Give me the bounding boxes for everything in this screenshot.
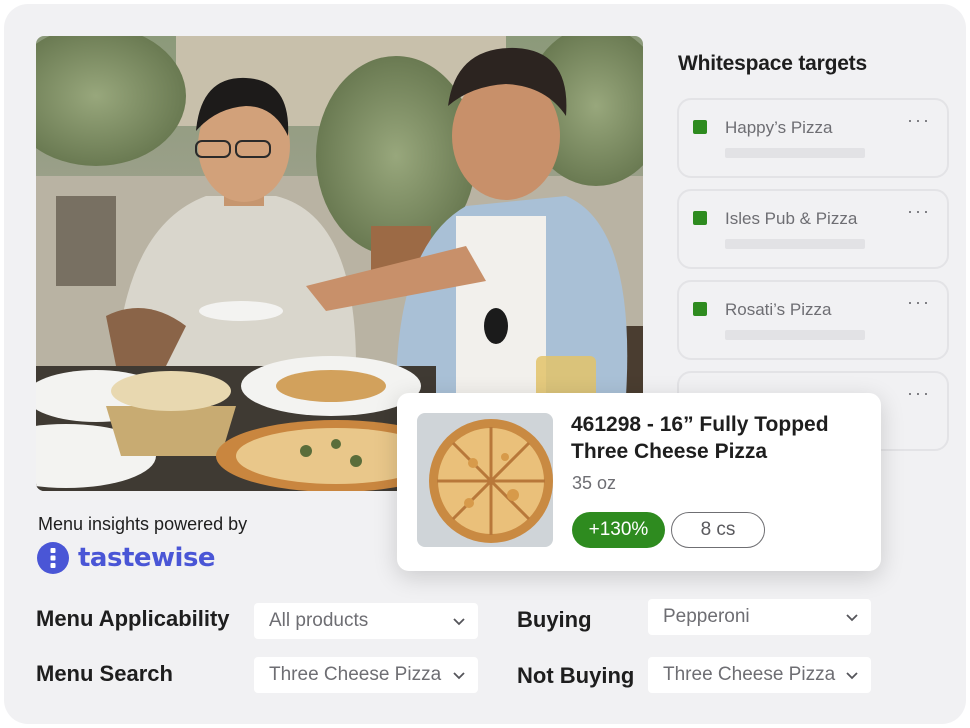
pizza-thumbnail bbox=[417, 413, 553, 547]
change-badge: +130% bbox=[572, 512, 665, 548]
powered-by-text: Menu insights powered by bbox=[38, 514, 248, 534]
brand-name: tastewise bbox=[78, 543, 216, 573]
not-buying-select[interactable]: Three Cheese Pizza bbox=[648, 657, 871, 693]
chevron-down-icon bbox=[846, 672, 858, 680]
select-value: Three Cheese Pizza bbox=[663, 664, 836, 685]
placeholder-bar bbox=[725, 148, 865, 158]
menu-search-select[interactable]: Three Cheese Pizza bbox=[254, 657, 478, 693]
whitespace-title: Whitespace targets bbox=[678, 52, 867, 75]
cases-badge: 8 cs bbox=[671, 512, 765, 548]
not-buying-label: Not Buying bbox=[517, 663, 635, 688]
select-value: Three Cheese Pizza bbox=[269, 664, 442, 685]
whitespace-target-card[interactable]: Happy’s Pizza ··· bbox=[677, 98, 949, 178]
green-square-icon bbox=[693, 211, 707, 225]
target-name: Rosati’s Pizza bbox=[725, 300, 832, 319]
whitespace-target-card[interactable]: Rosati’s Pizza ··· bbox=[677, 280, 949, 360]
brand-lockup[interactable]: tastewise bbox=[36, 540, 216, 576]
buying-select[interactable]: Pepperoni bbox=[648, 599, 871, 635]
menu-applicability-select[interactable]: All products bbox=[254, 603, 478, 639]
product-title: 461298 - 16” Fully Topped Three Cheese P… bbox=[571, 413, 829, 463]
chevron-down-icon bbox=[453, 672, 465, 680]
placeholder-bar bbox=[725, 330, 865, 340]
green-square-icon bbox=[693, 120, 707, 134]
chevron-down-icon bbox=[453, 618, 465, 626]
product-weight: 35 oz bbox=[572, 473, 617, 493]
target-name: Isles Pub & Pizza bbox=[725, 209, 858, 228]
product-card[interactable]: 461298 - 16” Fully Topped Three Cheese P… bbox=[397, 393, 881, 571]
tastewise-logo bbox=[37, 542, 69, 574]
buying-label: Buying bbox=[517, 607, 592, 632]
select-value: All products bbox=[269, 610, 369, 631]
main-panel: Whitespace targets Happy’s Pizza ··· Isl… bbox=[4, 4, 966, 724]
green-square-icon bbox=[693, 302, 707, 316]
placeholder-bar bbox=[725, 239, 865, 249]
target-name: Happy’s Pizza bbox=[725, 118, 833, 137]
more-dots-icon[interactable]: ··· bbox=[907, 201, 931, 222]
select-value: Pepperoni bbox=[663, 606, 750, 627]
more-dots-icon[interactable]: ··· bbox=[907, 110, 931, 131]
more-dots-icon[interactable]: ··· bbox=[907, 292, 931, 313]
chevron-down-icon bbox=[846, 614, 858, 622]
menu-applicability-label: Menu Applicability bbox=[36, 606, 230, 631]
menu-search-label: Menu Search bbox=[36, 661, 173, 686]
whitespace-target-card[interactable]: Isles Pub & Pizza ··· bbox=[677, 189, 949, 269]
more-dots-icon[interactable]: ··· bbox=[907, 383, 931, 404]
